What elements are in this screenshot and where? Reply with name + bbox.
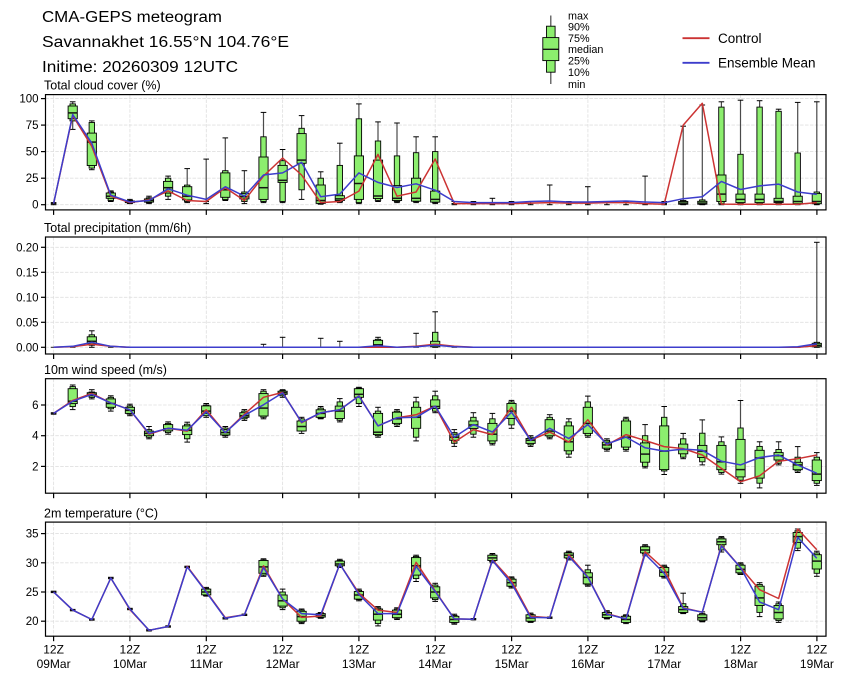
svg-text:17Mar: 17Mar [647,657,681,671]
svg-text:Initime: 20260309 12UTC: Initime: 20260309 12UTC [42,59,238,76]
svg-text:2m temperature (°C): 2m temperature (°C) [44,507,158,521]
svg-text:10m wind speed (m/s): 10m wind speed (m/s) [44,363,167,377]
svg-text:50: 50 [26,147,39,159]
svg-text:15Mar: 15Mar [495,657,529,671]
svg-text:75%: 75% [568,33,590,45]
svg-text:12Z: 12Z [43,643,64,657]
svg-text:Total cloud cover (%): Total cloud cover (%) [44,79,161,93]
svg-text:10%: 10% [568,67,590,79]
svg-text:14Mar: 14Mar [418,657,452,671]
svg-text:12Z: 12Z [120,643,141,657]
svg-text:11Mar: 11Mar [190,657,223,671]
svg-text:12Z: 12Z [349,643,370,657]
svg-text:0.00: 0.00 [16,342,38,354]
svg-text:12Z: 12Z [730,643,751,657]
svg-text:median: median [568,44,603,56]
svg-text:12Z: 12Z [654,643,675,657]
svg-text:CMA-GEPS meteogram: CMA-GEPS meteogram [42,9,222,26]
svg-text:20: 20 [26,616,39,628]
svg-text:09Mar: 09Mar [37,657,71,671]
svg-text:12Mar: 12Mar [266,657,300,671]
svg-text:12Z: 12Z [272,643,293,657]
svg-text:0: 0 [32,200,38,212]
svg-text:12Z: 12Z [807,643,828,657]
svg-text:25: 25 [26,173,39,185]
svg-text:25: 25 [26,587,39,599]
svg-text:10Mar: 10Mar [113,657,147,671]
svg-text:Total precipitation (mm/6h): Total precipitation (mm/6h) [44,221,191,235]
svg-text:Ensemble Mean: Ensemble Mean [718,55,816,70]
svg-text:25%: 25% [568,55,590,67]
svg-text:100: 100 [19,94,38,106]
svg-text:0.10: 0.10 [16,292,38,304]
svg-text:13Mar: 13Mar [342,657,376,671]
svg-text:2: 2 [32,461,38,473]
svg-text:30: 30 [26,558,39,570]
svg-text:35: 35 [26,529,39,541]
svg-text:90%: 90% [568,21,590,33]
svg-text:12Z: 12Z [196,643,217,657]
svg-text:4: 4 [32,431,39,443]
svg-text:75: 75 [26,120,39,132]
svg-text:0.15: 0.15 [16,267,38,279]
svg-text:19Mar: 19Mar [800,657,834,671]
svg-text:16Mar: 16Mar [571,657,605,671]
svg-text:12Z: 12Z [425,643,446,657]
svg-text:12Z: 12Z [501,643,522,657]
svg-text:6: 6 [32,400,38,412]
svg-text:18Mar: 18Mar [724,657,758,671]
svg-text:12Z: 12Z [578,643,599,657]
svg-text:0.20: 0.20 [16,242,38,254]
svg-text:min: min [568,79,585,91]
svg-text:Control: Control [718,31,762,46]
svg-text:0.05: 0.05 [16,317,38,329]
svg-text:Savannakhet 16.55°N 104.76°E: Savannakhet 16.55°N 104.76°E [42,34,289,51]
